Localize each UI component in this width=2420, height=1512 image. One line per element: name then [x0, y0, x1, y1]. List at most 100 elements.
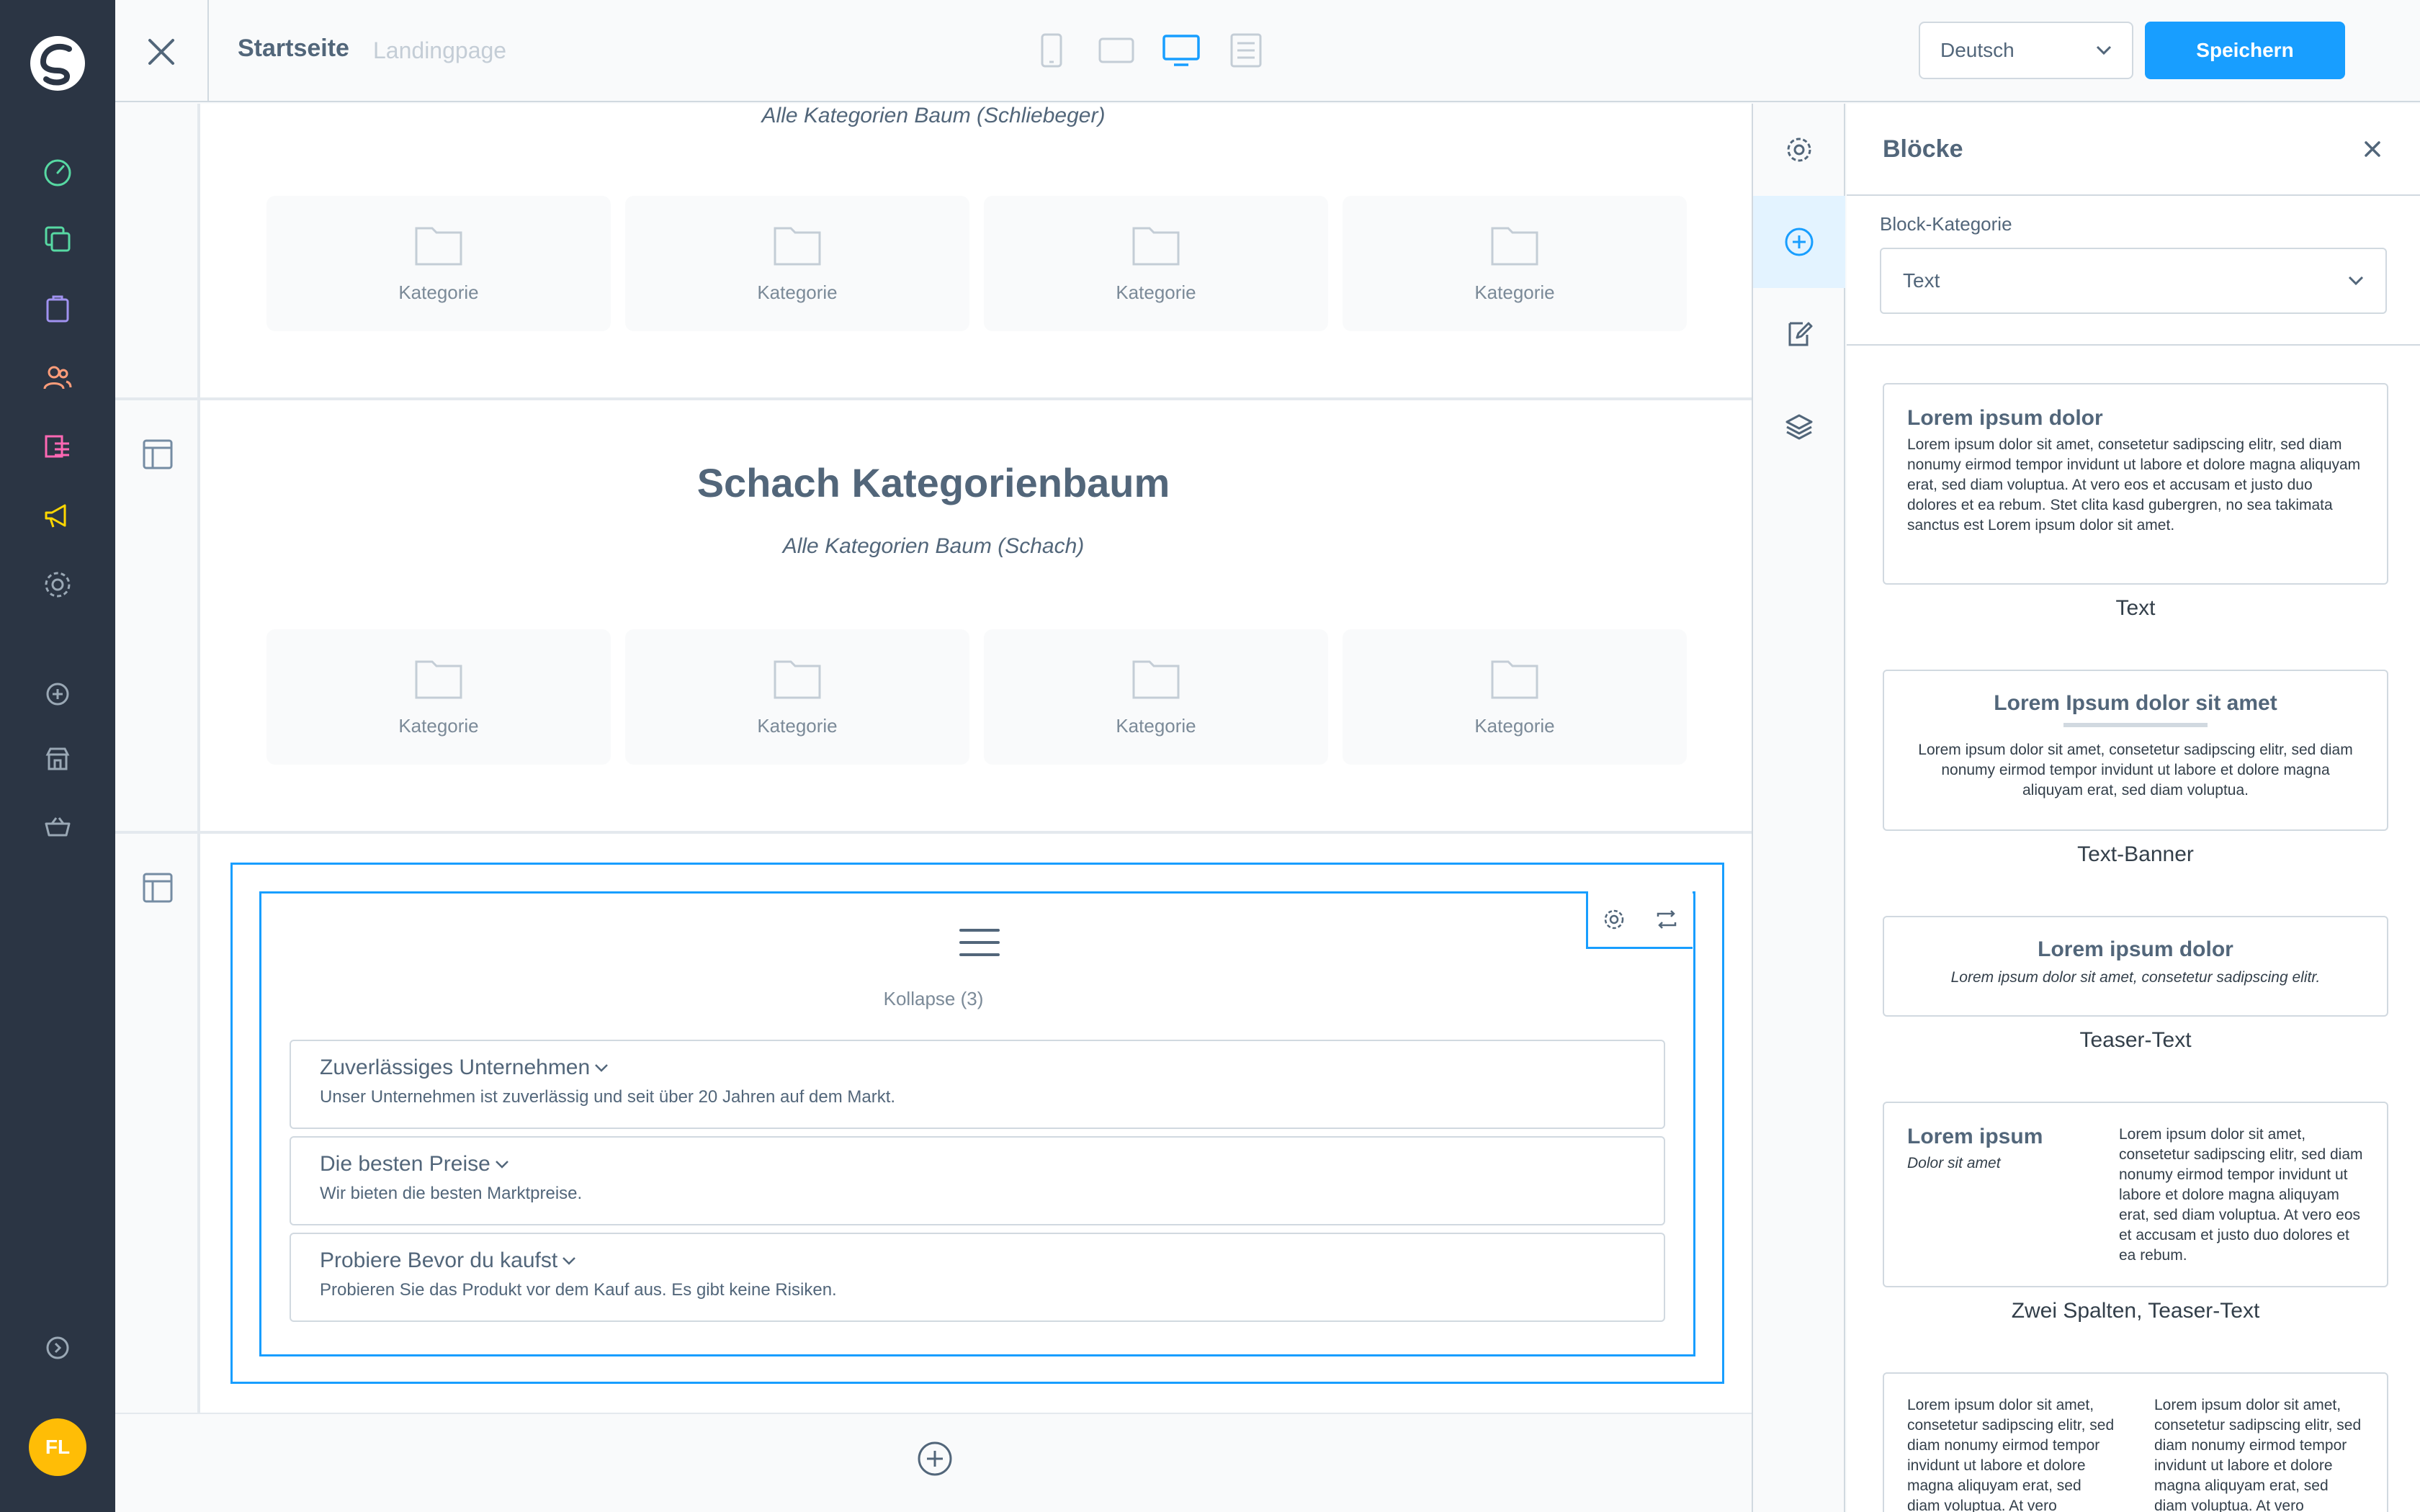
- chevron-down-icon: [2096, 45, 2112, 55]
- chevron-down-icon: [563, 1257, 576, 1265]
- nav-marketing-icon[interactable]: [36, 494, 79, 537]
- block-name: Zwei Spalten, Teaser-Text: [2011, 1299, 2260, 1323]
- preview-body: Lorem ipsum dolor sit amet, consetetur s…: [1918, 742, 2353, 798]
- save-button[interactable]: Speichern: [2145, 22, 2345, 79]
- nav-orders-icon[interactable]: [36, 287, 79, 330]
- app-root: FL Startseite Landingpage Deutsch Speich…: [0, 0, 2420, 1512]
- preview-heading: Lorem Ipsum dolor sit amet: [1994, 691, 2277, 715]
- language-select-value: Deutsch: [1940, 39, 2015, 61]
- folder-icon: [774, 660, 821, 698]
- chevron-down-icon: [595, 1064, 609, 1072]
- folder-icon: [415, 227, 462, 265]
- add-blocks-icon[interactable]: [1753, 196, 1845, 288]
- accordion-item[interactable]: Zuverlässiges Unternehmen Unser Unterneh…: [290, 1040, 1665, 1129]
- section1-subtitle: Alle Kategorien Baum (Schliebeger): [761, 104, 1106, 127]
- folder-icon: [1491, 227, 1538, 265]
- folder-icon: [1132, 227, 1180, 265]
- preview-column-2: Lorem ipsum dolor sit amet, consetetur s…: [2154, 1397, 2362, 1512]
- language-select[interactable]: Deutsch: [1919, 22, 2133, 79]
- section-divider: [115, 397, 1752, 400]
- close-icon[interactable]: [138, 29, 184, 75]
- block-toolbar: [1586, 891, 1693, 949]
- category-label: Kategorie: [398, 281, 479, 303]
- accordion-title: Probiere Bevor du kaufst: [320, 1248, 558, 1272]
- edit-block-icon[interactable]: [1753, 288, 1845, 380]
- chevron-down-icon: [495, 1161, 508, 1169]
- layers-icon[interactable]: [1753, 380, 1845, 472]
- category-card[interactable]: Kategorie: [1343, 196, 1687, 331]
- section-layout-icon[interactable]: [140, 870, 176, 906]
- nav-collapse-icon[interactable]: [36, 1326, 79, 1369]
- sidebar-header: Blöcke: [1847, 104, 2420, 196]
- category-card[interactable]: Kategorie: [1343, 629, 1687, 765]
- nav-headless-icon[interactable]: [36, 805, 79, 848]
- sidebar-tab-bar: [1752, 104, 1845, 1512]
- close-sidebar-icon[interactable]: [2358, 135, 2387, 163]
- preview-subheading: Dolor sit amet: [1907, 1155, 2001, 1171]
- accordion-title: Zuverlässiges Unternehmen: [320, 1056, 591, 1079]
- category-card[interactable]: Kategorie: [266, 629, 611, 765]
- section2-category-list: Kategorie Kategorie Kategorie Kategorie: [266, 629, 1687, 765]
- shopware-logo-icon[interactable]: [27, 33, 88, 94]
- device-switcher: [1030, 29, 1268, 72]
- sidebar-divider: [1847, 344, 2420, 346]
- block-category-select[interactable]: Text: [1880, 248, 2387, 314]
- section2-title: Schach Kategorienbaum: [696, 460, 1170, 505]
- folder-icon: [415, 660, 462, 698]
- category-label: Kategorie: [757, 281, 838, 303]
- chevron-down-icon: [2348, 276, 2364, 286]
- preview-body: Lorem ipsum dolor sit amet, consetetur s…: [1950, 969, 2321, 986]
- category-card[interactable]: Kategorie: [625, 196, 969, 331]
- nav-storefront-icon[interactable]: [36, 737, 79, 780]
- block-settings-icon[interactable]: [1598, 904, 1630, 935]
- page-title: Startseite: [238, 35, 349, 62]
- section-divider: [115, 831, 1752, 834]
- accordion-title: Die besten Preise: [320, 1152, 490, 1176]
- block-swap-icon[interactable]: [1651, 904, 1682, 935]
- preview-heading: Lorem ipsum dolor: [1907, 406, 2103, 430]
- nav-add-sales-channel-icon[interactable]: [36, 672, 79, 716]
- block-preview-text[interactable]: Lorem ipsum dolor Lorem ipsum dolor sit …: [1883, 383, 2388, 585]
- category-card[interactable]: Kategorie: [266, 196, 611, 331]
- block-preview-text-banner[interactable]: Lorem Ipsum dolor sit amet Lorem ipsum d…: [1883, 670, 2388, 831]
- user-avatar[interactable]: FL: [29, 1418, 86, 1476]
- nav-settings-icon[interactable]: [36, 563, 79, 606]
- add-section-icon[interactable]: [915, 1439, 955, 1479]
- category-label: Kategorie: [1474, 281, 1555, 303]
- preview-body: Lorem ipsum dolor sit amet, consetetur s…: [1907, 436, 2361, 534]
- block-category-value: Text: [1903, 269, 1940, 292]
- nav-content-icon[interactable]: [36, 425, 79, 468]
- category-card[interactable]: Kategorie: [984, 196, 1328, 331]
- main-navigation: FL: [0, 0, 115, 1512]
- block-preview-teaser-text[interactable]: Lorem ipsum dolor Lorem ipsum dolor sit …: [1883, 916, 2388, 1017]
- accordion-item[interactable]: Probiere Bevor du kaufst Probieren Sie d…: [290, 1233, 1665, 1322]
- nav-catalogue-icon[interactable]: [36, 217, 79, 261]
- category-label: Kategorie: [1116, 281, 1196, 303]
- block-category-label: Block-Kategorie: [1880, 213, 2012, 235]
- nav-customers-icon[interactable]: [36, 356, 79, 399]
- category-card[interactable]: Kategorie: [625, 629, 969, 765]
- tablet-view-icon[interactable]: [1095, 29, 1138, 72]
- collapse-menu-icon: [959, 929, 1000, 956]
- accordion-body: Probieren Sie das Produkt vor dem Kauf a…: [320, 1280, 837, 1300]
- layout-canvas: Alle Kategorien Baum (Schliebeger) Kateg…: [115, 104, 1752, 1512]
- sidebar-title: Blöcke: [1883, 135, 1963, 163]
- mobile-view-icon[interactable]: [1030, 29, 1073, 72]
- collapse-block-label: Kollapse (3): [883, 988, 984, 1009]
- form-view-icon[interactable]: [1224, 29, 1268, 72]
- preview-body: Lorem ipsum dolor sit amet, consetetur s…: [2119, 1126, 2363, 1264]
- accordion-body: Wir bieten die besten Marktpreise.: [320, 1184, 583, 1203]
- page-type: Landingpage: [373, 37, 507, 63]
- block-preview-two-columns-text[interactable]: Lorem ipsum dolor sit amet, consetetur s…: [1883, 1372, 2388, 1512]
- section1-category-list: Kategorie Kategorie Kategorie Kategorie: [266, 196, 1687, 331]
- block-name: Teaser-Text: [2079, 1028, 2192, 1052]
- accordion-item[interactable]: Die besten Preise Wir bieten die besten …: [290, 1136, 1665, 1225]
- preview-heading: Lorem ipsum: [1907, 1125, 2043, 1148]
- category-label: Kategorie: [1116, 714, 1196, 737]
- blocks-sidebar: Blöcke Block-Kategorie Text Lorem ipsum …: [1847, 104, 2420, 1512]
- category-card[interactable]: Kategorie: [984, 629, 1328, 765]
- nav-dashboard-icon[interactable]: [36, 150, 79, 193]
- block-preview-two-columns-teaser[interactable]: Lorem ipsum Dolor sit amet Lorem ipsum d…: [1883, 1102, 2388, 1287]
- desktop-view-icon[interactable]: [1160, 29, 1203, 72]
- page-settings-icon[interactable]: [1753, 104, 1845, 196]
